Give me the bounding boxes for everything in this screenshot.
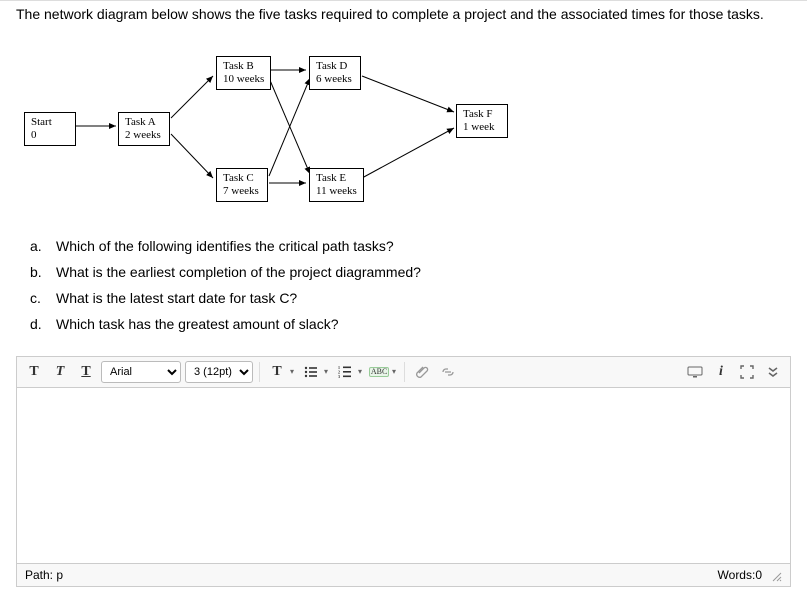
- font-family-select[interactable]: Arial: [101, 361, 181, 383]
- node-d: Task D 6 weeks: [309, 56, 361, 90]
- fullscreen-icon: [740, 365, 754, 379]
- link-icon: [440, 365, 456, 379]
- editor-textarea[interactable]: [17, 388, 790, 563]
- question-list: a. Which of the following identifies the…: [30, 238, 791, 332]
- node-c-name: Task C: [223, 172, 261, 185]
- node-b-name: Task B: [223, 60, 264, 73]
- node-d-time: 6 weeks: [316, 73, 354, 86]
- text-color-caret-icon[interactable]: ▾: [290, 367, 294, 376]
- svg-text:3: 3: [338, 374, 340, 379]
- italic-button[interactable]: T: [49, 361, 71, 383]
- bullet-list-caret-icon[interactable]: ▾: [324, 367, 328, 376]
- node-e-name: Task E: [316, 172, 357, 185]
- question-a-text: Which of the following identifies the cr…: [56, 238, 394, 254]
- node-a-time: 2 weeks: [125, 129, 163, 142]
- question-d: d. Which task has the greatest amount of…: [30, 316, 791, 332]
- node-b-time: 10 weeks: [223, 73, 264, 86]
- toolbar-separator-2: [404, 362, 405, 382]
- font-size-select[interactable]: 3 (12pt): [185, 361, 253, 383]
- numbered-list-icon: 1 2 3: [338, 365, 352, 379]
- node-c-time: 7 weeks: [223, 185, 261, 198]
- info-button[interactable]: i: [710, 361, 732, 383]
- node-a-name: Task A: [125, 116, 163, 129]
- question-a-letter: a.: [30, 238, 46, 254]
- toolbar-separator: [259, 362, 260, 382]
- node-start-time: 0: [31, 129, 69, 142]
- node-e: Task E 11 weeks: [309, 168, 364, 202]
- spellcheck-icon: ABC: [369, 367, 389, 377]
- question-c-letter: c.: [30, 290, 46, 306]
- resize-handle[interactable]: [768, 568, 782, 582]
- network-diagram: Start 0 Task A 2 weeks Task B 10 weeks T…: [16, 48, 791, 218]
- bold-button[interactable]: T: [23, 361, 45, 383]
- bullet-list-button[interactable]: [300, 361, 322, 383]
- node-start-name: Start: [31, 116, 69, 129]
- question-b-text: What is the earliest completion of the p…: [56, 264, 421, 280]
- node-c: Task C 7 weeks: [216, 168, 268, 202]
- editor-statusbar: Path: p Words:0: [17, 563, 790, 586]
- status-word-count: Words:0: [718, 568, 762, 582]
- question-a: a. Which of the following identifies the…: [30, 238, 791, 254]
- node-e-time: 11 weeks: [316, 185, 357, 198]
- expand-more-button[interactable]: [762, 361, 784, 383]
- question-c: c. What is the latest start date for tas…: [30, 290, 791, 306]
- node-start: Start 0: [24, 112, 76, 146]
- node-d-name: Task D: [316, 60, 354, 73]
- monitor-icon: [687, 365, 703, 379]
- intro-text: The network diagram below shows the five…: [16, 5, 776, 24]
- question-d-letter: d.: [30, 316, 46, 332]
- attachment-button[interactable]: [411, 361, 433, 383]
- node-b: Task B 10 weeks: [216, 56, 271, 90]
- spellcheck-button[interactable]: ABC: [368, 361, 390, 383]
- question-c-text: What is the latest start date for task C…: [56, 290, 297, 306]
- fullscreen-button[interactable]: [736, 361, 758, 383]
- node-f: Task F 1 week: [456, 104, 508, 138]
- link-button[interactable]: [437, 361, 459, 383]
- paperclip-icon: [415, 365, 429, 379]
- text-color-button[interactable]: T: [266, 361, 288, 383]
- editor-toolbar: T T T Arial 3 (12pt) T ▾ ▾ 1: [17, 357, 790, 388]
- underline-button[interactable]: T: [75, 361, 97, 383]
- status-path: Path: p: [25, 568, 63, 582]
- node-f-time: 1 week: [463, 121, 501, 134]
- grip-icon: [770, 570, 782, 582]
- preview-button[interactable]: [684, 361, 706, 383]
- question-b-letter: b.: [30, 264, 46, 280]
- spellcheck-caret-icon[interactable]: ▾: [392, 367, 396, 376]
- node-f-name: Task F: [463, 108, 501, 121]
- question-d-text: Which task has the greatest amount of sl…: [56, 316, 338, 332]
- numbered-list-button[interactable]: 1 2 3: [334, 361, 356, 383]
- question-b: b. What is the earliest completion of th…: [30, 264, 791, 280]
- double-chevron-down-icon: [766, 365, 780, 379]
- rich-text-editor: T T T Arial 3 (12pt) T ▾ ▾ 1: [16, 356, 791, 587]
- bullet-list-icon: [304, 365, 318, 379]
- numbered-list-caret-icon[interactable]: ▾: [358, 367, 362, 376]
- node-a: Task A 2 weeks: [118, 112, 170, 146]
